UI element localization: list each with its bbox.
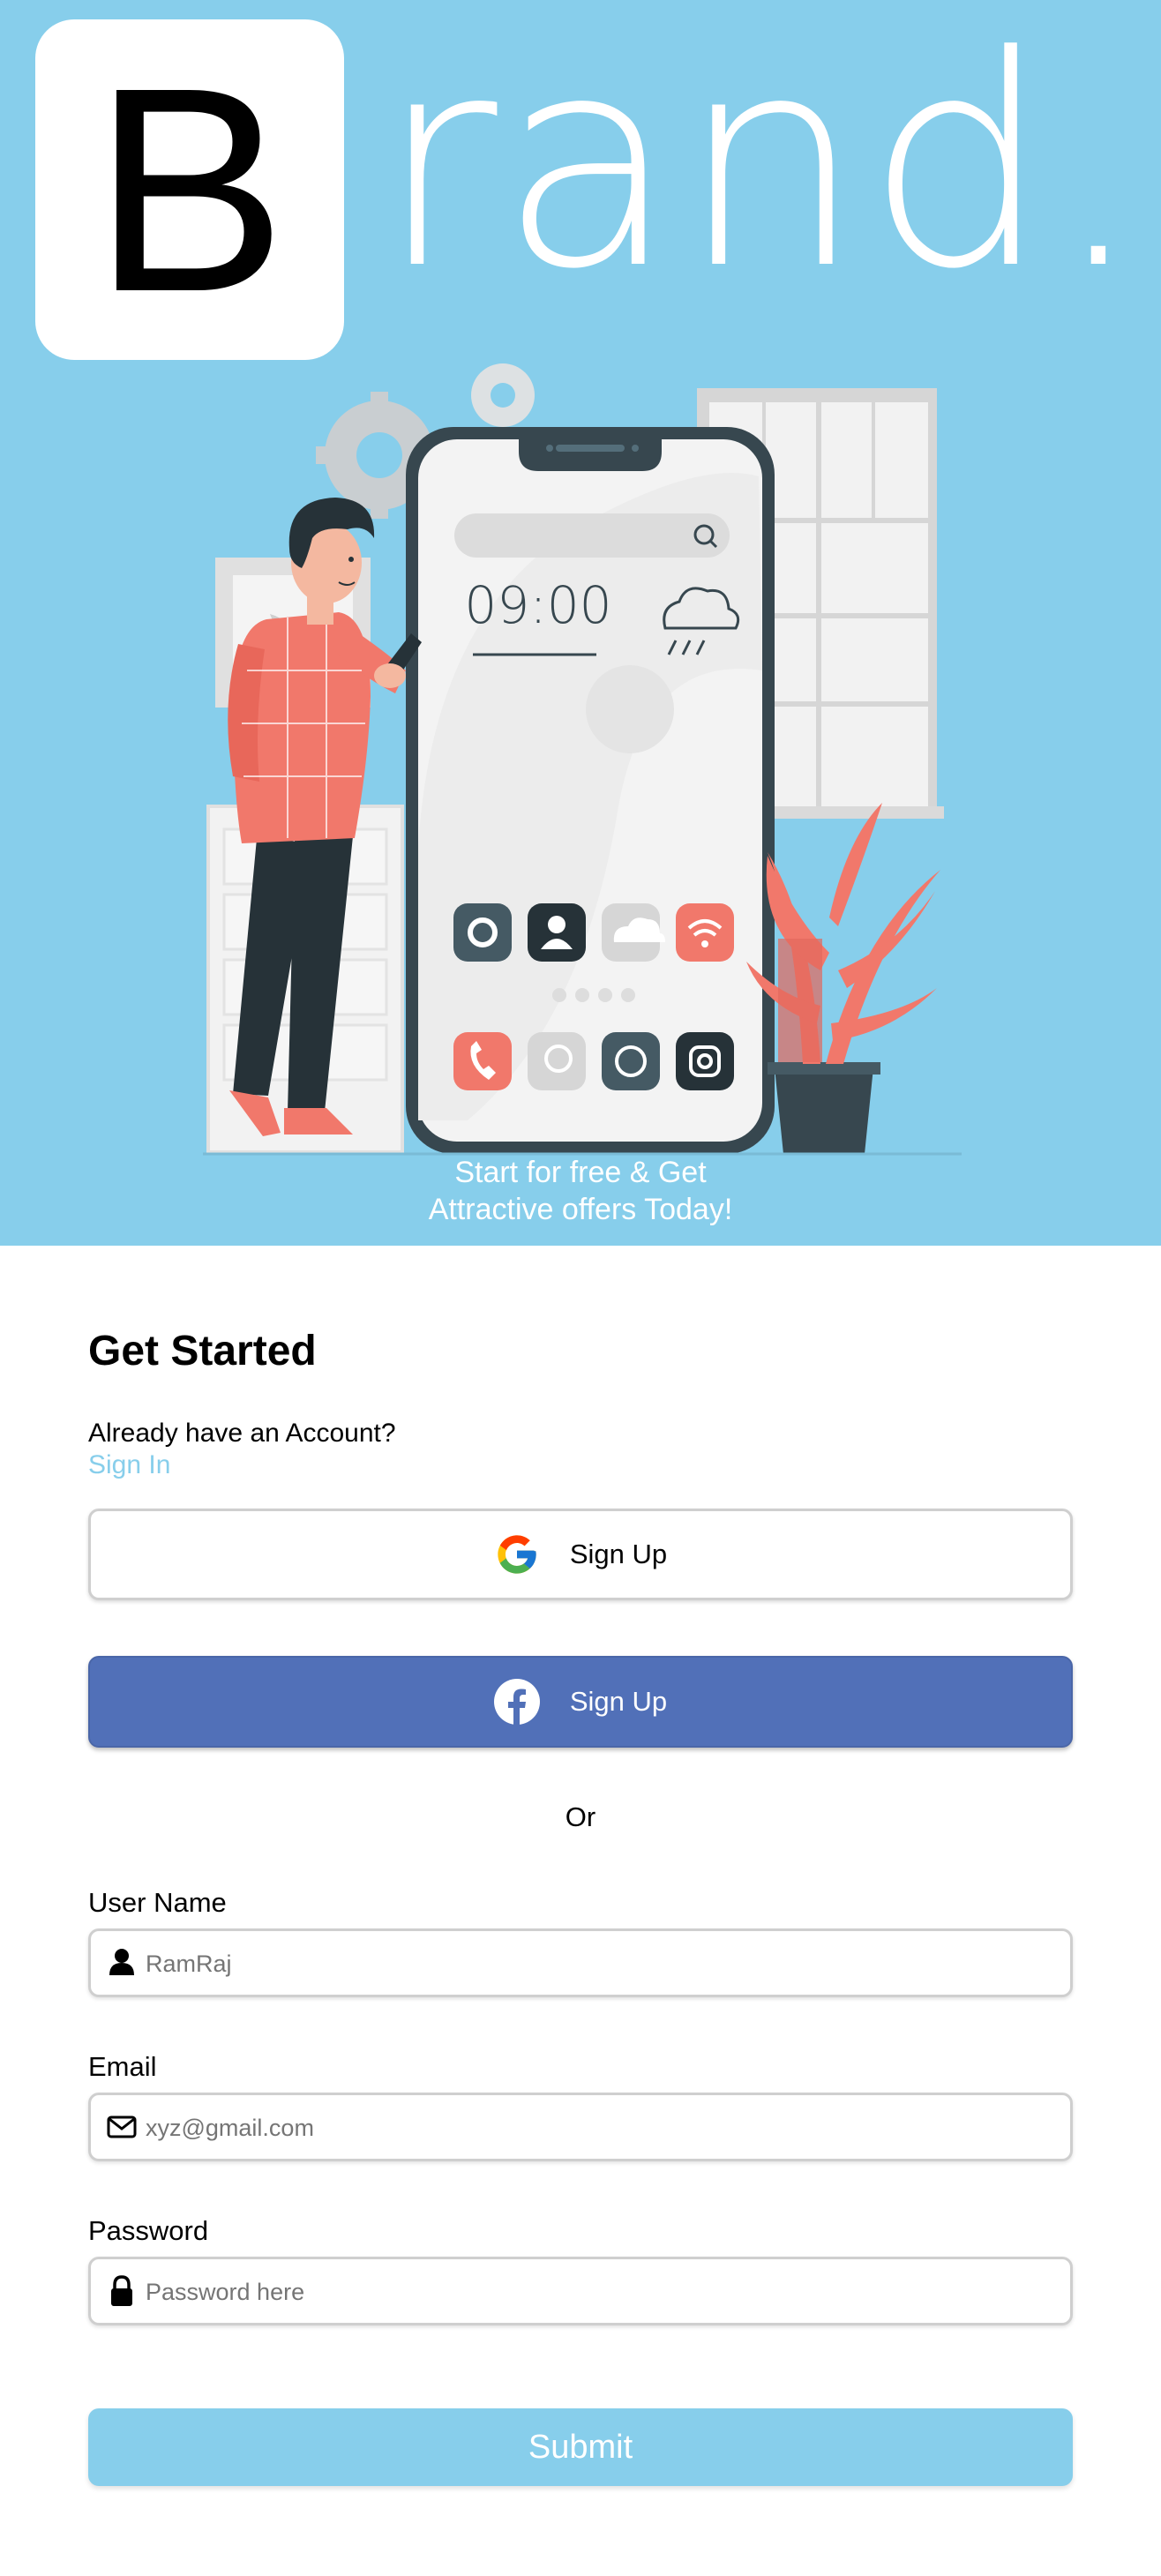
- password-label: Password: [88, 2215, 209, 2246]
- hero-tagline-line-2: Attractive offers Today!: [428, 1193, 733, 1226]
- phone-clock: 09:00: [464, 575, 611, 635]
- hero-tagline-line-1: Start for free & Get: [454, 1156, 707, 1189]
- brand-logo-letter: B: [92, 26, 288, 352]
- brand-logo-box: B: [35, 19, 344, 360]
- hero-tagline: Start for free & Get Attractive offers T…: [0, 1154, 1161, 1228]
- password-input[interactable]: [144, 2259, 1065, 2325]
- email-label: Email: [88, 2051, 157, 2082]
- facebook-logo-icon: [493, 1679, 540, 1725]
- hero-banner: B rand. 09:00 Start for free & Get Attra…: [0, 0, 1161, 1246]
- username-field: [88, 1928, 1073, 1997]
- facebook-sign-up-label: Sign Up: [569, 1686, 668, 1717]
- username-label: User Name: [88, 1887, 227, 1918]
- password-field: [88, 2257, 1073, 2325]
- facebook-sign-up-button[interactable]: Sign Up: [88, 1656, 1073, 1748]
- google-logo-icon: [498, 1535, 536, 1574]
- form-title: Get Started: [88, 1328, 317, 1374]
- submit-button[interactable]: Submit: [88, 2408, 1073, 2486]
- email-field: [88, 2093, 1073, 2161]
- google-sign-up-label: Sign Up: [569, 1539, 668, 1569]
- or-divider-text: Or: [565, 1801, 596, 1832]
- hero-illustration: 09:00: [203, 363, 962, 1156]
- email-input[interactable]: [144, 2095, 1065, 2160]
- brand-logo-text: rand.: [378, 0, 1147, 333]
- plant-illustration: [746, 803, 940, 1154]
- username-input[interactable]: [144, 1931, 1065, 1996]
- phone-illustration: 09:00: [406, 427, 775, 1154]
- sign-in-link[interactable]: Sign In: [88, 1450, 170, 1480]
- user-icon: [109, 1949, 134, 1975]
- already-account-text: Already have an Account?: [88, 1419, 396, 1448]
- envelope-icon: [107, 2115, 137, 2138]
- lock-icon: [111, 2275, 132, 2306]
- google-sign-up-button[interactable]: Sign Up: [88, 1509, 1073, 1600]
